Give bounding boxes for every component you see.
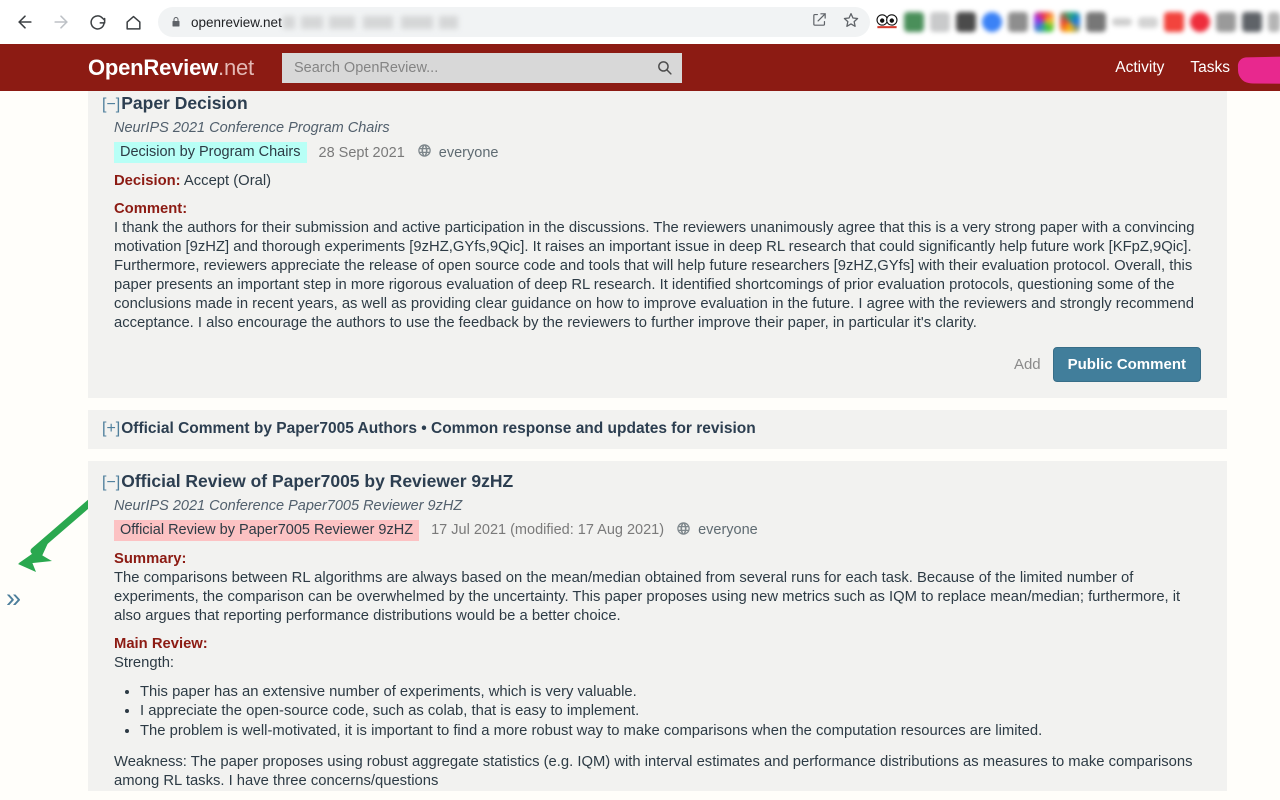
add-label: Add [1013, 355, 1041, 373]
star-icon[interactable] [842, 11, 860, 34]
browser-chrome: openreview.net [0, 0, 1280, 44]
search-box[interactable] [281, 52, 682, 83]
globe-icon [676, 521, 691, 540]
share-icon[interactable] [811, 11, 828, 33]
brand-tld: .net [218, 54, 254, 80]
openreview-logo[interactable]: OpenReview.net [88, 55, 254, 81]
weakness-paragraph: Weakness: The paper proposes using robus… [114, 754, 1193, 790]
field-label: Main Review: [114, 635, 208, 652]
note-date: 28 Sept 2021 [318, 144, 405, 161]
double-chevron-right-icon: » [6, 583, 22, 613]
note-collapse-toggle[interactable]: [−] [102, 96, 120, 113]
extension-icon[interactable] [1190, 12, 1210, 32]
home-icon[interactable] [116, 5, 150, 39]
field-value: Accept (Oral) [183, 173, 272, 190]
extension-icon[interactable] [1138, 16, 1158, 28]
note-field-summary: Summary: The comparisons between RL algo… [114, 550, 1201, 626]
extension-icons [876, 12, 1280, 32]
note-title: [−]Official Review of Paper7005 by Revie… [102, 461, 1201, 492]
username-redaction [1237, 53, 1280, 84]
list-item: I appreciate the open-source code, such … [140, 702, 1201, 721]
field-label: Summary: [114, 550, 187, 567]
note-readers-label: everyone [698, 522, 758, 539]
field-value: The comparisons between RL algorithms ar… [114, 569, 1181, 624]
globe-icon [417, 143, 432, 162]
note-authors: NeurIPS 2021 Conference Program Chairs [114, 120, 390, 137]
add-public-comment-button[interactable]: Public Comment [1052, 346, 1201, 382]
nav-item-tasks[interactable]: Tasks [1190, 59, 1230, 77]
brand-name: OpenReview [88, 54, 219, 80]
extension-icon[interactable] [1034, 12, 1054, 32]
reload-icon[interactable] [80, 5, 114, 39]
field-label: Decision: [114, 173, 181, 190]
extension-icon[interactable] [1086, 12, 1106, 32]
note-field-decision: Decision: Accept (Oral) [114, 172, 1201, 191]
search-input[interactable] [291, 52, 672, 83]
address-bar-url-redacted [282, 15, 458, 29]
lock-icon [170, 15, 182, 29]
address-bar[interactable]: openreview.net [158, 7, 870, 37]
openreview-header: OpenReview.net Activity Tasks [0, 44, 1280, 91]
note-expand-toggle[interactable]: [+] [102, 420, 120, 437]
note-title-text: Paper Decision [121, 93, 248, 113]
expand-sidebar-chevron[interactable]: » [6, 585, 21, 612]
field-value: I thank the authors for their submission… [114, 220, 1195, 331]
extension-icon[interactable] [1060, 12, 1080, 32]
extension-icon[interactable] [930, 12, 950, 32]
strength-bullet-list: This paper has an extensive number of ex… [114, 683, 1201, 742]
note-title: [−]Paper Decision [102, 91, 1201, 114]
extension-icon[interactable] [1216, 12, 1236, 32]
list-item: This paper has an extensive number of ex… [140, 683, 1201, 702]
goggles-extension-icon[interactable] [876, 12, 898, 32]
note-readers: everyone [676, 521, 758, 540]
address-bar-url: openreview.net [191, 14, 282, 30]
note-collapse-toggle[interactable]: [−] [102, 474, 120, 491]
list-item: The problem is well-motivated, it is imp… [140, 722, 1201, 741]
extension-icon[interactable] [1268, 12, 1280, 32]
extension-icon[interactable] [1008, 12, 1028, 32]
note-authors: NeurIPS 2021 Conference Paper7005 Review… [114, 497, 463, 514]
note-paper-decision: [−]Paper Decision NeurIPS 2021 Conferenc… [88, 91, 1227, 398]
extension-icon[interactable] [1164, 12, 1184, 32]
nav-item-activity[interactable]: Activity [1115, 59, 1164, 77]
forum-notes-column: [−]Paper Decision NeurIPS 2021 Conferenc… [88, 91, 1227, 800]
note-readers: everyone [417, 143, 499, 162]
note-field-comment: Comment: I thank the authors for their s… [114, 200, 1201, 333]
forum-page: » [−]Paper Decision NeurIPS 2021 Confere… [0, 91, 1280, 800]
note-title-text: Official Review of Paper7005 by Reviewer… [121, 470, 514, 491]
note-readers-label: everyone [438, 144, 499, 161]
note-actions: Add Public Comment [114, 333, 1201, 398]
note-invitation-badge: Official Review by Paper7005 Reviewer 9z… [114, 519, 420, 541]
note-official-review: [−]Official Review of Paper7005 by Revie… [88, 460, 1227, 792]
omnibox-actions [811, 11, 860, 34]
strength-label: Strength: [114, 654, 175, 671]
note-title-text: Official Comment by Paper7005 Authors • … [121, 419, 756, 437]
field-label: Comment: [114, 201, 188, 218]
note-date: 17 Jul 2021 (modified: 17 Aug 2021) [431, 522, 665, 539]
search-icon[interactable] [656, 59, 673, 76]
header-nav: Activity Tasks [1115, 53, 1280, 84]
note-official-comment-collapsed[interactable]: [+]Official Comment by Paper7005 Authors… [88, 409, 1227, 449]
extension-icon[interactable] [982, 12, 1002, 32]
extension-icon[interactable] [904, 12, 924, 32]
extension-icon[interactable] [1242, 12, 1262, 32]
browser-nav-buttons [0, 5, 150, 39]
note-field-main-review: Main Review: Strength: [114, 635, 1201, 673]
note-meta-row: Official Review by Paper7005 Reviewer 9z… [114, 519, 1201, 541]
extension-icon[interactable] [1112, 18, 1132, 26]
extension-icon[interactable] [956, 12, 976, 32]
back-arrow-icon[interactable] [8, 5, 42, 39]
forward-arrow-icon[interactable] [44, 5, 78, 39]
note-invitation-badge: Decision by Program Chairs [114, 142, 307, 164]
note-meta-row: Decision by Program Chairs 28 Sept 2021 … [114, 142, 1201, 164]
